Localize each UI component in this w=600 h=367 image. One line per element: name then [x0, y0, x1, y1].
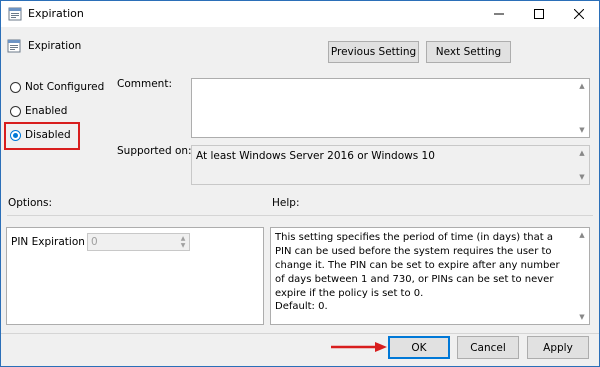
scroll-down-icon[interactable]: ▼	[577, 312, 587, 322]
supported-textbox: At least Windows Server 2016 or Windows …	[191, 145, 590, 185]
highlight-box	[4, 122, 80, 150]
help-default: Default: 0.	[275, 301, 328, 312]
minimize-icon	[494, 13, 504, 15]
help-text: This setting specifies the period of tim…	[275, 232, 560, 299]
red-arrow-icon	[331, 342, 387, 352]
next-setting-button[interactable]: Next Setting	[426, 41, 511, 63]
window-title: Expiration	[28, 7, 84, 20]
pin-expiration-spinbox[interactable]: 0 ▲ ▼	[87, 233, 190, 251]
radio-circle	[10, 81, 21, 93]
supported-scrollbar[interactable]: ▲ ▼	[575, 146, 589, 184]
maximize-button[interactable]	[519, 1, 559, 27]
supported-value: At least Windows Server 2016 or Windows …	[196, 150, 435, 162]
radio-circle	[10, 105, 21, 117]
previous-setting-button[interactable]: Previous Setting	[328, 41, 419, 63]
divider	[7, 215, 593, 216]
policy-icon	[8, 7, 22, 21]
comment-scrollbar[interactable]: ▲ ▼	[575, 79, 589, 137]
policy-dialog: Expiration Expiration Previous Setting N…	[0, 0, 600, 367]
radio-label: Enabled	[25, 105, 68, 117]
maximize-icon	[534, 9, 544, 19]
pin-expiration-label: PIN Expiration	[11, 236, 85, 248]
help-scrollbar[interactable]: ▲ ▼	[575, 228, 589, 324]
dialog-body: Expiration Previous Setting Next Setting…	[1, 27, 599, 366]
radio-not-configured[interactable]: Not Configured	[10, 81, 104, 93]
title-bar: Expiration	[1, 1, 599, 27]
comment-label: Comment:	[117, 78, 172, 90]
spin-down-icon[interactable]: ▼	[178, 242, 188, 249]
help-panel: This setting specifies the period of tim…	[270, 227, 590, 325]
minimize-button[interactable]	[479, 1, 519, 27]
scroll-up-icon[interactable]: ▲	[577, 148, 587, 158]
scroll-up-icon[interactable]: ▲	[577, 81, 587, 91]
close-icon	[574, 9, 584, 19]
comment-textarea[interactable]: ▲ ▼	[191, 78, 590, 138]
ok-button[interactable]: OK	[388, 336, 450, 359]
scroll-up-icon[interactable]: ▲	[577, 230, 587, 240]
apply-button[interactable]: Apply	[527, 336, 589, 359]
supported-label: Supported on:	[117, 145, 192, 157]
policy-name: Expiration	[28, 40, 82, 52]
cancel-button[interactable]: Cancel	[457, 336, 519, 359]
options-label: Options:	[8, 197, 53, 209]
footer-divider	[1, 333, 599, 334]
options-panel: PIN Expiration 0 ▲ ▼	[6, 227, 264, 325]
scroll-down-icon[interactable]: ▼	[577, 172, 587, 182]
scroll-down-icon[interactable]: ▼	[577, 125, 587, 135]
radio-enabled[interactable]: Enabled	[10, 105, 67, 117]
spin-up-icon[interactable]: ▲	[178, 235, 188, 242]
help-label: Help:	[272, 197, 300, 209]
policy-icon	[7, 39, 21, 53]
radio-label: Not Configured	[25, 81, 105, 93]
pin-expiration-value: 0	[91, 236, 98, 248]
close-button[interactable]	[559, 1, 599, 27]
